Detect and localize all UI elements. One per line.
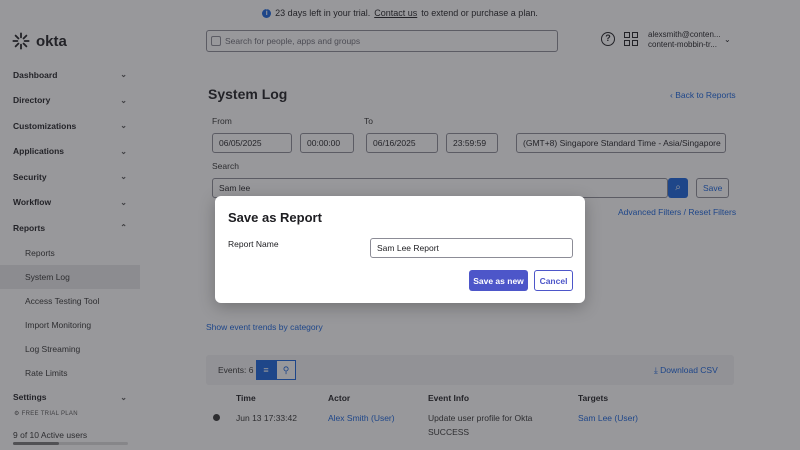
save-report-dialog: Save as Report Report Name Save as new C… <box>215 196 585 303</box>
report-name-label: Report Name <box>228 239 279 249</box>
cancel-button[interactable]: Cancel <box>534 270 573 291</box>
dialog-title: Save as Report <box>228 210 322 225</box>
report-name-input[interactable] <box>370 238 573 258</box>
save-as-new-button[interactable]: Save as new <box>469 270 528 291</box>
